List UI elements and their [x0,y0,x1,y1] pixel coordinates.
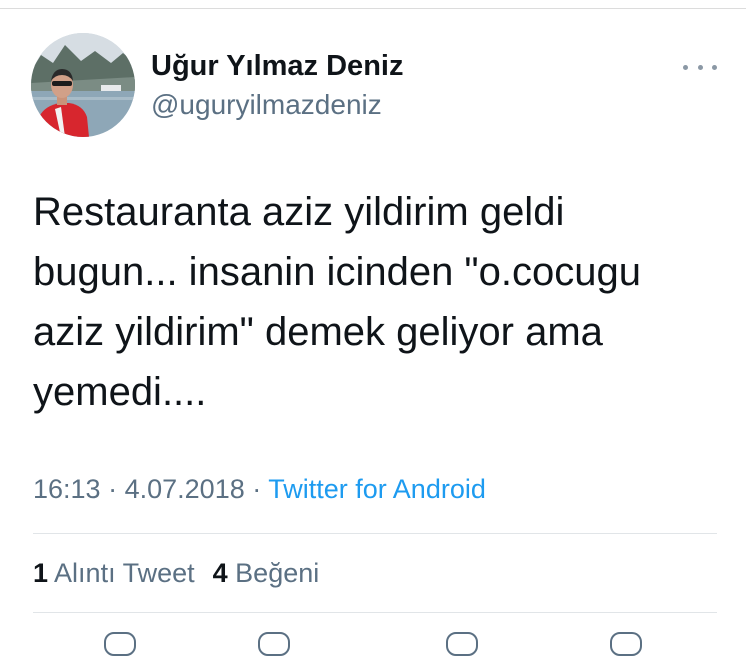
reply-icon[interactable] [104,632,136,656]
divider [33,533,717,534]
likes-label: Beğeni [235,558,320,588]
author-handle[interactable]: @uguryilmazdeniz [151,89,382,121]
share-icon[interactable] [610,632,642,656]
meta-separator: · [108,474,118,504]
tweet-meta: 16:13 · 4.07.2018 · Twitter for Android [33,474,486,505]
tweet-source-link[interactable]: Twitter for Android [268,474,486,504]
quote-tweets-count: 1 [33,558,49,588]
quote-tweets-label: Alıntı Tweet [54,558,195,588]
tweet-text: Restauranta aziz yildirim geldi bugun...… [33,190,641,414]
action-bar [0,630,746,656]
quote-tweets-stat[interactable]: 1 Alıntı Tweet [33,558,195,588]
profile-photo-icon [31,33,135,137]
top-divider [0,8,746,9]
likes-stat[interactable]: 4 Beğeni [213,558,320,588]
avatar[interactable] [31,33,135,137]
dot [712,64,717,70]
like-icon[interactable] [446,632,478,656]
dot [683,64,688,70]
tweet-date[interactable]: 4.07.2018 [125,474,245,504]
meta-separator: · [252,474,262,504]
more-options-icon[interactable] [683,53,717,81]
divider [33,612,717,613]
dot [697,64,703,70]
author-name[interactable]: Uğur Yılmaz Deniz [151,50,403,83]
retweet-icon[interactable] [258,632,290,656]
likes-count: 4 [212,558,228,588]
tweet-stats: 1 Alıntı Tweet 4 Beğeni [33,558,319,589]
tweet-time[interactable]: 16:13 [33,474,101,504]
